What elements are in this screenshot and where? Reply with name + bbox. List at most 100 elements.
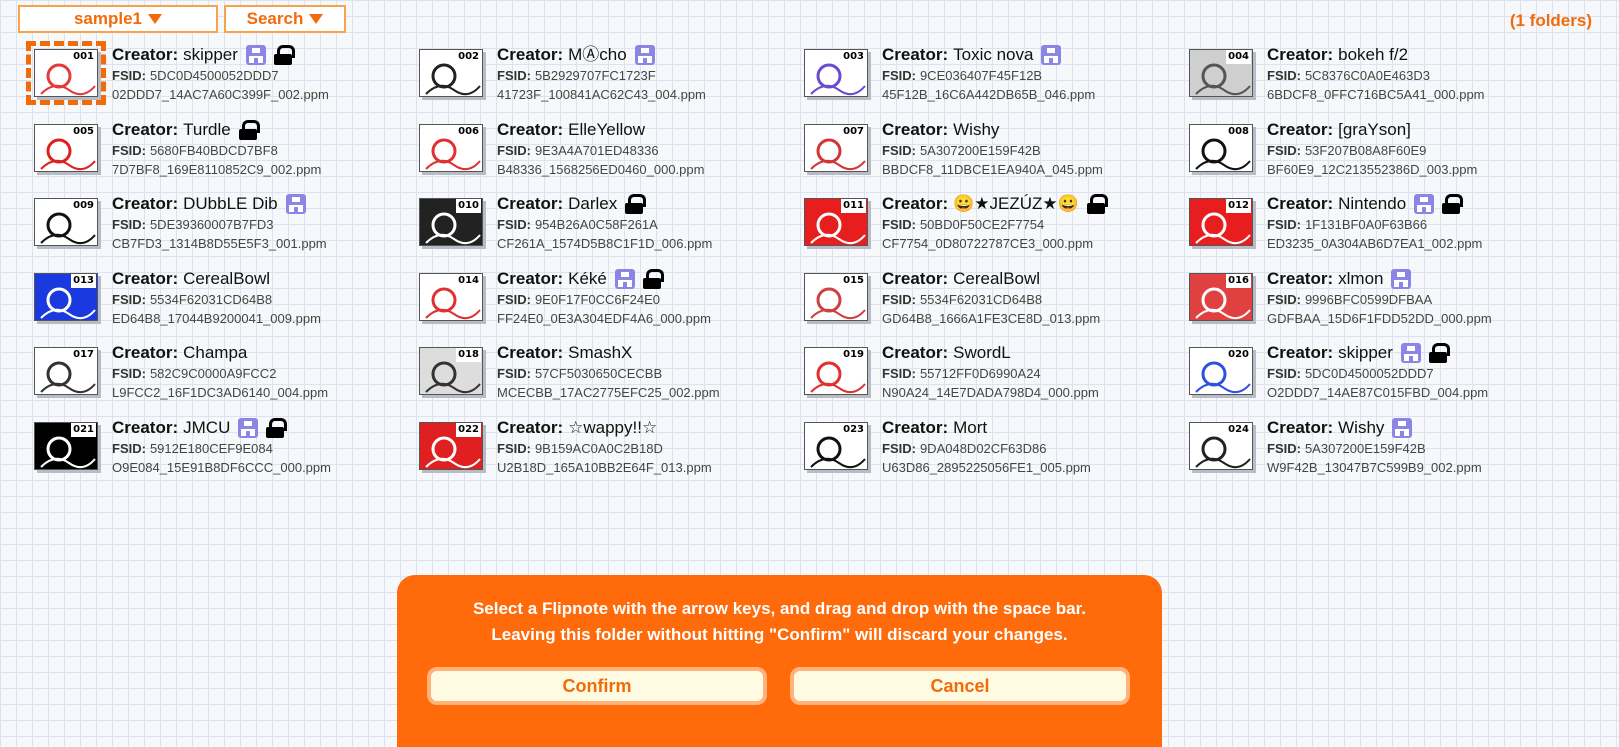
flipnote-thumbnail[interactable]: 021 [34, 422, 98, 470]
filename: CB7FD3_1314B8D55E5F3_001.ppm [112, 236, 327, 251]
fsid-line: FSID: 5C8376C0A0E463D3 [1267, 66, 1485, 85]
flipnote-info: Creator: skipper FSID: 5DC0D4500052DDD7 O2DD… [1267, 342, 1488, 402]
flipnote-item[interactable]: 001 Creator: skipper FSID: 5DC0D4500052DDD7 0… [26, 41, 406, 114]
flipnote-number: 014 [456, 274, 481, 288]
filename: ED64B8_17044B9200041_009.ppm [112, 311, 321, 326]
fsid-value: 954B26A0C58F261A [534, 217, 658, 232]
flipnote-thumbnail[interactable]: 008 [1189, 124, 1253, 172]
flipnote-thumbnail[interactable]: 013 [34, 273, 98, 321]
flipnote-thumbnail[interactable]: 023 [804, 422, 868, 470]
filename: BF60E9_12C213552386D_003.ppm [1267, 162, 1478, 177]
flipnote-number: 022 [456, 423, 481, 437]
flipnote-info: Creator: Mort FSID: 9DA048D02CF63D86 U63D86_… [882, 417, 1091, 477]
flipnote-thumbnail[interactable]: 014 [419, 273, 483, 321]
fsid-label: FSID: [882, 292, 916, 307]
fsid-value: 55712FF0D6990A24 [919, 366, 1041, 381]
flipnote-item[interactable]: 009 Creator: DUbbLE Dib FSID: 5DE39360007B7F… [26, 193, 406, 263]
flipnote-item[interactable]: 007 Creator: Wishy FSID: 5A307200E159F42B BBD… [796, 119, 1176, 189]
flipnote-thumbnail[interactable]: 010 [419, 198, 483, 246]
flipnote-thumbnail[interactable]: 022 [419, 422, 483, 470]
flipnote-thumbnail[interactable]: 007 [804, 124, 868, 172]
flipnote-thumbnail[interactable]: 018 [419, 347, 483, 395]
creator-line: Creator: Champa [112, 342, 328, 364]
flipnote-thumbnail[interactable]: 003 [804, 49, 868, 97]
flipnote-thumbnail[interactable]: 006 [419, 124, 483, 172]
flipnote-thumbnail[interactable]: 020 [1189, 347, 1253, 395]
fsid-label: FSID: [882, 366, 916, 381]
flipnote-item[interactable]: 011 Creator: 😀★JEZÚZ★😀 FSID: 50BD0F50CE2F775… [796, 193, 1176, 263]
flipnote-item[interactable]: 006 Creator: ElleYellow FSID: 9E3A4A701ED483… [411, 119, 791, 189]
flipnote-thumbnail[interactable]: 016 [1189, 273, 1253, 321]
flipnote-item[interactable]: 003 Creator: Toxic nova FSID: 9CE036407F45F1… [796, 44, 1176, 114]
flipnote-item[interactable]: 002 Creator: MⒶcho FSID: 5B2929707FC1723F 417… [411, 44, 791, 114]
flipnote-thumbnail[interactable]: 009 [34, 198, 98, 246]
flipnote-thumbnail[interactable]: 019 [804, 347, 868, 395]
flipnote-item[interactable]: 012 Creator: Nintendo FSID: 1F131BF0A0F63B66… [1181, 193, 1561, 263]
flipnote-item[interactable]: 019 Creator: SwordL FSID: 55712FF0D6990A24 N9… [796, 342, 1176, 412]
creator-label: Creator: [112, 343, 179, 362]
filename: FF24E0_0E3A304EDF4A6_000.ppm [497, 311, 711, 326]
flipnote-item[interactable]: 008 Creator: [graYson] FSID: 53F207B08A8F60E… [1181, 119, 1561, 189]
fsid-line: FSID: 9996BFC0599DFBAA [1267, 290, 1492, 309]
flipnote-info: Creator: DUbbLE Dib FSID: 5DE39360007B7FD3 C… [112, 193, 327, 253]
flipnote-number: 021 [71, 423, 96, 437]
flipnote-number: 015 [841, 274, 866, 288]
creator-name: skipper [1338, 343, 1393, 362]
creator-line: Creator: JMCU [112, 417, 331, 439]
creator-name: xlmon [1338, 269, 1384, 288]
lock-icon [642, 269, 664, 289]
flipnote-thumbnail[interactable]: 011 [804, 198, 868, 246]
flipnote-thumbnail[interactable]: 004 [1189, 49, 1253, 97]
flipnote-info: Creator: JMCU FSID: 5912E180CEF9E084 O9E084_… [112, 417, 331, 477]
flipnote-info: Creator: Kéké FSID: 9E0F17F0CC6F24E0 FF24E0_… [497, 268, 711, 328]
flipnote-item[interactable]: 022 Creator: ☆wappy!!☆ FSID: 9B159AC0A0C2B18… [411, 417, 791, 487]
flipnote-number: 017 [71, 348, 96, 362]
flipnote-item[interactable]: 013 Creator: CerealBowl FSID: 5534F62031CD64… [26, 268, 406, 338]
fsid-value: 9E0F17F0CC6F24E0 [534, 292, 660, 307]
flipnote-item[interactable]: 023 Creator: Mort FSID: 9DA048D02CF63D86 U63D… [796, 417, 1176, 487]
flipnote-info: Creator: MⒶcho FSID: 5B2929707FC1723F 41723F… [497, 44, 706, 104]
fsid-line: FSID: 5534F62031CD64B8 [882, 290, 1100, 309]
share-icon [285, 194, 306, 214]
flipnote-thumbnail[interactable]: 024 [1189, 422, 1253, 470]
filename: 02DDD7_14AC7A60C399F_002.ppm [112, 87, 329, 102]
flipnote-thumbnail[interactable]: 005 [34, 124, 98, 172]
flipnote-item[interactable]: 004 Creator: bokeh f/2 FSID: 5C8376C0A0E463D… [1181, 44, 1561, 114]
flipnote-item[interactable]: 020 Creator: skipper FSID: 5DC0D4500052DDD7 O… [1181, 342, 1561, 412]
creator-name: SwordL [953, 343, 1011, 362]
flipnote-item[interactable]: 010 Creator: Darlex FSID: 954B26A0C58F261A CF… [411, 193, 791, 263]
flipnote-thumbnail[interactable]: 015 [804, 273, 868, 321]
flipnote-item[interactable]: 015 Creator: CerealBowl FSID: 5534F62031CD64… [796, 268, 1176, 338]
flipnote-item[interactable]: 021 Creator: JMCU FSID: 5912E180CEF9E084 O9E0… [26, 417, 406, 487]
creator-label: Creator: [882, 45, 949, 64]
fsid-line: FSID: 5A307200E159F42B [1267, 439, 1482, 458]
creator-label: Creator: [497, 269, 564, 288]
instruction-panel: Select a Flipnote with the arrow keys, a… [397, 575, 1162, 747]
share-icon [1400, 343, 1421, 363]
flipnote-item[interactable]: 016 Creator: xlmon FSID: 9996BFC0599DFBAA GDF… [1181, 268, 1561, 338]
confirm-button[interactable]: Confirm [427, 667, 767, 705]
fsid-label: FSID: [882, 441, 916, 456]
flipnote-item[interactable]: 005 Creator: Turdle FSID: 5680FB40BDCD7BF8 7D… [26, 119, 406, 189]
fsid-line: FSID: 53F207B08A8F60E9 [1267, 141, 1477, 160]
flipnote-number: 013 [71, 274, 96, 288]
fsid-line: FSID: 5680FB40BDCD7BF8 [112, 141, 321, 160]
flipnote-thumbnail[interactable]: 012 [1189, 198, 1253, 246]
share-icon [1392, 418, 1413, 438]
flipnote-item[interactable]: 024 Creator: Wishy FSID: 5A307200E159F42B W9F… [1181, 417, 1561, 487]
creator-name: Wishy [953, 120, 1000, 139]
creator-label: Creator: [1267, 269, 1334, 288]
flipnote-item[interactable]: 014 Creator: Kéké FSID: 9E0F17F0CC6F24E0 FF24… [411, 268, 791, 338]
creator-name: MⒶcho [568, 45, 627, 64]
creator-line: Creator: bokeh f/2 [1267, 44, 1485, 66]
fsid-line: FSID: 5A307200E159F42B [882, 141, 1103, 160]
flipnote-thumbnail[interactable]: 002 [419, 49, 483, 97]
flipnote-item[interactable]: 017 Creator: Champa FSID: 582C9C0000A9FCC2 L9… [26, 342, 406, 412]
flipnote-item[interactable]: 018 Creator: SmashX FSID: 57CF5030650CECBB MC… [411, 342, 791, 412]
cancel-button[interactable]: Cancel [790, 667, 1130, 705]
flipnote-thumbnail[interactable]: 017 [34, 347, 98, 395]
flipnote-thumbnail[interactable]: 001 [26, 41, 106, 105]
creator-line: Creator: Toxic nova [882, 44, 1095, 66]
flipnote-number: 012 [1226, 199, 1251, 213]
flipnote-info: Creator: Wishy FSID: 5A307200E159F42B BBDCF8… [882, 119, 1103, 179]
